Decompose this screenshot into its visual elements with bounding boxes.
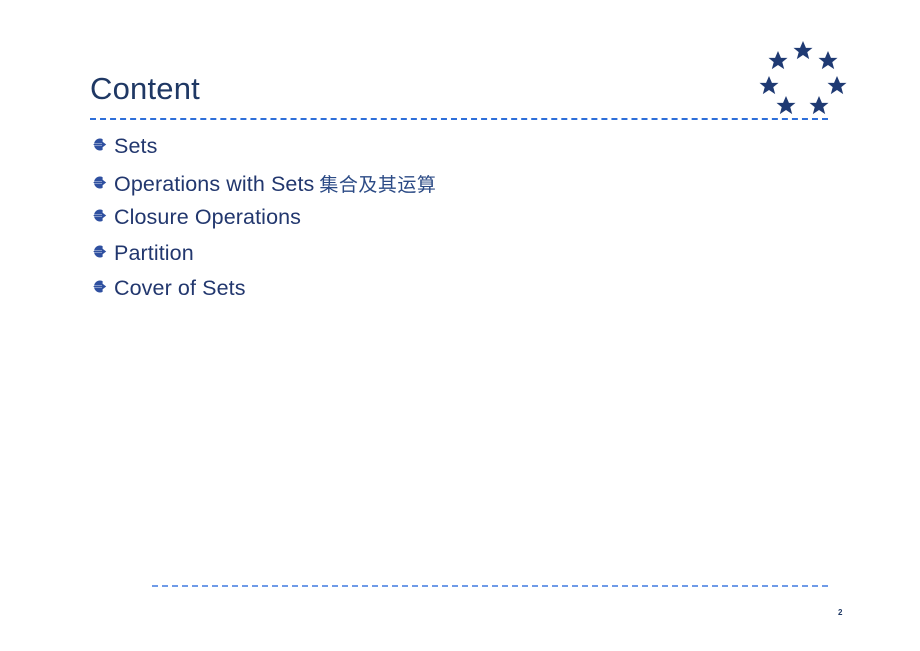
list-item[interactable]: Operations with Sets 集合及其运算: [92, 170, 832, 206]
page-number: 2: [838, 608, 843, 617]
slide-canvas: Content Sets Operations with Sets 集合及其运算…: [0, 0, 920, 651]
list-item[interactable]: Partition: [92, 241, 832, 277]
list-item-label: Closure Operations: [114, 205, 302, 229]
arrow-bullet-icon: [92, 244, 114, 259]
list-item-label-cn: 集合及其运算: [319, 173, 437, 196]
arrow-bullet-icon: [92, 208, 114, 223]
list-item-label: Cover of Sets: [114, 276, 246, 300]
list-item[interactable]: Cover of Sets: [92, 276, 832, 312]
eu-stars-circle-logo: [757, 33, 849, 119]
arrow-bullet-icon: [92, 175, 114, 190]
list-item-label: Sets: [114, 134, 158, 158]
page-title: Content: [90, 71, 200, 106]
title-divider-rule: [90, 118, 828, 120]
arrow-bullet-icon: [92, 137, 114, 152]
list-item-label: Partition: [114, 240, 194, 265]
arrow-bullet-icon: [92, 279, 114, 294]
footer-divider-rule: [152, 585, 828, 587]
list-item-label: Operations with Sets: [114, 171, 315, 196]
content-bullet-list: Sets Operations with Sets 集合及其运算 Closure…: [92, 134, 832, 312]
list-item[interactable]: Sets: [92, 134, 832, 170]
list-item[interactable]: Closure Operations: [92, 205, 832, 241]
